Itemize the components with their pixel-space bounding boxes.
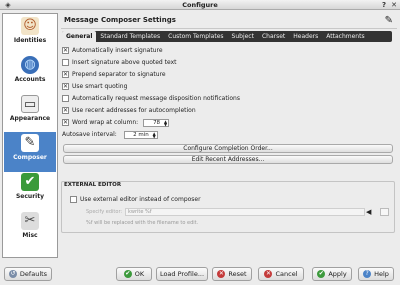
ok-check-icon: ✔: [123, 270, 132, 278]
auto-signature-checkbox[interactable]: ✕: [62, 47, 69, 54]
defaults-button[interactable]: ↺ Defaults: [4, 267, 52, 281]
window-menu-icon[interactable]: ◈: [4, 1, 12, 9]
external-editor-group: EXTERNAL EDITOR Use external editor inst…: [61, 181, 395, 233]
tab-subject[interactable]: Subject: [228, 31, 258, 42]
configure-completion-button[interactable]: Configure Completion Order...: [63, 144, 393, 153]
reset-icon: ✕: [217, 270, 226, 278]
option-recent-addresses[interactable]: ✕ Use recent addresses for autocompletion: [62, 106, 196, 116]
appearance-icon: ▭: [21, 95, 39, 113]
window-titlebar: ◈ Configure ? ✕: [0, 0, 400, 10]
identities-icon: ☺: [21, 17, 39, 35]
autosave-spin-arrows-icon[interactable]: ▲ ▼: [153, 131, 156, 139]
tools-icon: ✂: [21, 212, 39, 230]
page-title: Message Composer Settings ✎: [61, 13, 397, 29]
option-disposition-notifications[interactable]: Automatically request message dispositio…: [62, 94, 240, 104]
option-prepend-separator[interactable]: ✕ Prepend separator to signature: [62, 70, 166, 80]
sidebar-item-composer[interactable]: ✎ Composer: [4, 132, 56, 172]
edit-recent-addresses-button[interactable]: Edit Recent Addresses...: [63, 155, 393, 164]
tab-attachments[interactable]: Attachments: [322, 31, 368, 42]
reset-button[interactable]: ✕ Reset: [212, 267, 252, 281]
tab-standard-templates[interactable]: Standard Templates: [96, 31, 164, 42]
option-auto-signature[interactable]: ✕ Automatically insert signature: [62, 46, 163, 56]
shield-icon: ✔: [21, 173, 39, 191]
option-smart-quoting[interactable]: ✕ Use smart quoting: [62, 82, 127, 92]
help-icon: ?: [363, 270, 372, 278]
option-external-editor[interactable]: Use external editor instead of composer: [70, 195, 201, 205]
external-editor-checkbox[interactable]: [70, 196, 77, 203]
specify-editor-label: Specify editor:: [86, 209, 123, 215]
signature-above-checkbox[interactable]: [62, 59, 69, 66]
clear-input-icon[interactable]: ◀: [366, 208, 371, 216]
option-signature-above[interactable]: Insert signature above quoted text: [62, 58, 176, 68]
sidebar-item-appearance[interactable]: ▭ Appearance: [4, 93, 56, 133]
editor-command-input[interactable]: kwrite %f: [125, 208, 365, 216]
cancel-icon: ✕: [264, 270, 273, 278]
tab-custom-templates[interactable]: Custom Templates: [164, 31, 227, 42]
apply-button[interactable]: ✔ Apply: [312, 267, 352, 281]
recent-addresses-checkbox[interactable]: ✕: [62, 107, 69, 114]
sidebar-item-accounts[interactable]: ◍ Accounts: [4, 54, 56, 94]
disposition-notifications-checkbox[interactable]: [62, 95, 69, 102]
category-sidebar: ☺ Identities ◍ Accounts ▭ Appearance ✎ C…: [2, 13, 58, 258]
browse-file-icon[interactable]: [380, 208, 389, 216]
ok-button[interactable]: ✔ OK: [116, 267, 152, 281]
word-wrap-spinbox[interactable]: 78 ▲ ▼: [143, 118, 170, 127]
external-editor-title: EXTERNAL EDITOR: [64, 182, 122, 188]
pen-header-icon: ✎: [384, 15, 393, 26]
help-button[interactable]: ? Help: [358, 267, 394, 281]
settings-panel: Message Composer Settings ✎ General Stan…: [61, 13, 397, 259]
spin-arrows-icon[interactable]: ▲ ▼: [164, 119, 167, 127]
tab-charset[interactable]: Charset: [258, 31, 289, 42]
word-wrap-checkbox[interactable]: ✕: [62, 119, 69, 126]
editor-hint: %f will be replaced with the filename to…: [86, 220, 199, 226]
window-title: Configure: [182, 1, 218, 9]
prepend-separator-checkbox[interactable]: ✕: [62, 71, 69, 78]
load-profile-button[interactable]: Load Profile...: [156, 267, 208, 281]
pen-icon: ✎: [21, 134, 39, 152]
globe-icon: ◍: [21, 56, 39, 74]
defaults-icon: ↺: [8, 270, 17, 278]
cancel-button[interactable]: ✕ Cancel: [258, 267, 304, 281]
option-word-wrap[interactable]: ✕ Word wrap at column: 78 ▲ ▼: [62, 118, 170, 128]
dialog-button-bar: ↺ Defaults ✔ OK Load Profile... ✕ Reset ✕ Ca…: [0, 264, 400, 284]
autosave-label: Autosave interval:: [62, 131, 117, 138]
sidebar-item-security[interactable]: ✔ Security: [4, 171, 56, 211]
help-titlebar-icon[interactable]: ?: [380, 1, 388, 9]
autosave-row: Autosave interval: 2 min ▲ ▼: [62, 130, 158, 140]
tab-bar: General Standard Templates Custom Templa…: [62, 31, 392, 42]
tab-headers[interactable]: Headers: [289, 31, 322, 42]
sidebar-item-identities[interactable]: ☺ Identities: [4, 15, 56, 55]
smart-quoting-checkbox[interactable]: ✕: [62, 83, 69, 90]
close-icon[interactable]: ✕: [390, 1, 398, 9]
apply-check-icon: ✔: [317, 270, 326, 278]
sidebar-item-misc[interactable]: ✂ Misc: [4, 210, 56, 250]
autosave-spinbox[interactable]: 2 min ▲ ▼: [123, 130, 158, 139]
tab-general[interactable]: General: [62, 31, 97, 42]
